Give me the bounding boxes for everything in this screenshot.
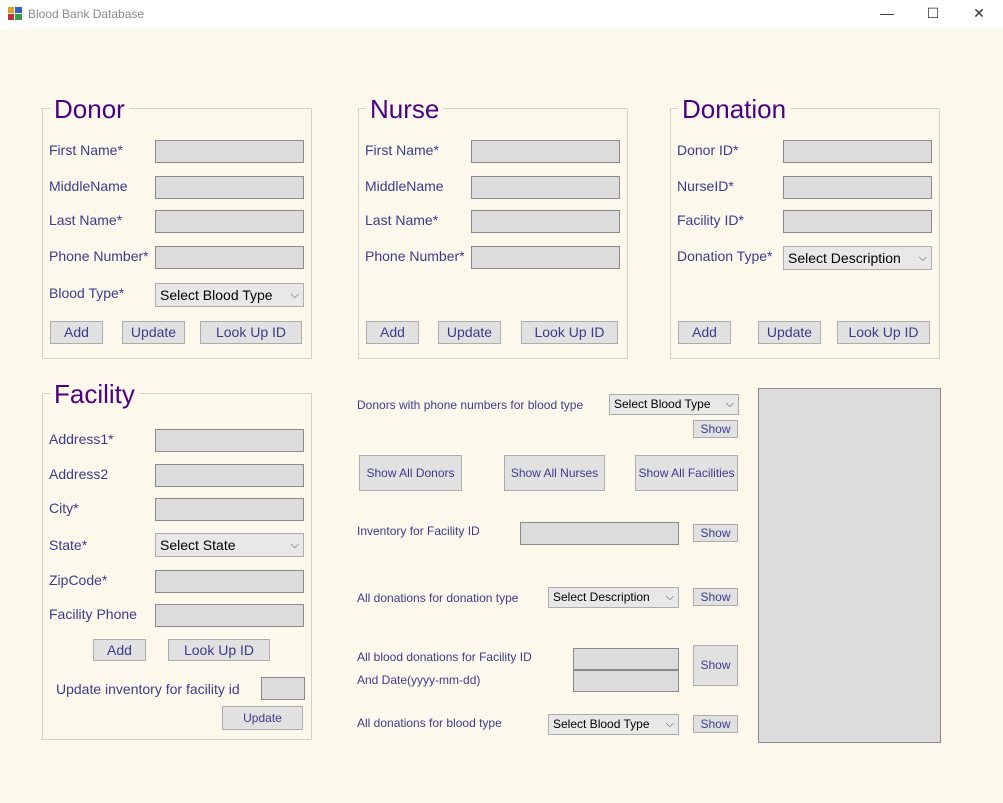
donor-add-button[interactable]: Add xyxy=(50,321,103,344)
facility-address2-input[interactable] xyxy=(155,464,304,487)
donations-blood-type-value: Select Blood Type xyxy=(553,717,650,731)
donor-middle-name-input[interactable] xyxy=(155,176,304,199)
facility-donations-id-input[interactable] xyxy=(573,648,679,670)
donor-last-name-label: Last Name* xyxy=(49,212,123,228)
donors-phone-blood-type-value: Select Blood Type xyxy=(614,397,711,411)
donor-update-button[interactable]: Update xyxy=(122,321,185,344)
minimize-button[interactable]: — xyxy=(864,0,910,29)
nurse-middle-name-label: MiddleName xyxy=(365,178,444,194)
show-all-donors-button[interactable]: Show All Donors xyxy=(359,455,462,491)
facility-legend: Facility xyxy=(50,379,139,409)
donor-blood-type-value: Select Blood Type xyxy=(160,287,273,303)
facility-city-label: City* xyxy=(49,500,79,516)
window-title: Blood Bank Database xyxy=(28,7,145,21)
facility-zipcode-label: ZipCode* xyxy=(49,572,108,588)
show-all-facilities-button[interactable]: Show All Facilities xyxy=(635,455,738,491)
donor-phone-label: Phone Number* xyxy=(49,248,149,264)
donation-facility-id-input[interactable] xyxy=(783,210,932,233)
inventory-show-button[interactable]: Show xyxy=(693,524,738,542)
chevron-down-icon: ⌵ xyxy=(290,289,299,301)
donations-type-value: Select Description xyxy=(553,590,650,604)
donations-blood-label: All donations for blood type xyxy=(357,716,502,730)
donation-nurse-id-input[interactable] xyxy=(783,176,932,199)
facility-city-input[interactable] xyxy=(155,498,304,521)
donation-facility-id-label: Facility ID* xyxy=(677,212,744,228)
donor-phone-input[interactable] xyxy=(155,246,304,269)
donor-middle-name-label: MiddleName xyxy=(49,178,128,194)
facility-address1-input[interactable] xyxy=(155,429,304,452)
donors-phone-blood-type-select[interactable]: Select Blood Type ⌵ xyxy=(609,394,739,415)
donation-donor-id-label: Donor ID* xyxy=(677,142,739,158)
donation-donor-id-input[interactable] xyxy=(783,140,932,163)
chevron-down-icon: ⌵ xyxy=(665,718,674,730)
nurse-first-name-input[interactable] xyxy=(471,140,620,163)
title-bar: Blood Bank Database — ☐ ✕ xyxy=(0,0,1003,29)
donation-type-value: Select Description xyxy=(788,250,901,266)
nurse-add-button[interactable]: Add xyxy=(366,321,419,344)
donation-type-label: Donation Type* xyxy=(677,248,773,264)
update-inventory-button[interactable]: Update xyxy=(222,706,303,730)
chevron-down-icon: ⌵ xyxy=(665,591,674,603)
donation-type-select[interactable]: Select Description ⌵ xyxy=(783,246,932,270)
donation-lookup-button[interactable]: Look Up ID xyxy=(837,321,930,344)
nurse-legend: Nurse xyxy=(366,94,444,124)
donation-legend: Donation xyxy=(678,94,791,124)
facility-donations-date-input[interactable] xyxy=(573,670,679,692)
nurse-lookup-button[interactable]: Look Up ID xyxy=(521,321,618,344)
donations-type-show-button[interactable]: Show xyxy=(693,588,738,606)
nurse-middle-name-input[interactable] xyxy=(471,176,620,199)
donor-last-name-input[interactable] xyxy=(155,210,304,233)
donation-update-button[interactable]: Update xyxy=(758,321,821,344)
chevron-down-icon: ⌵ xyxy=(725,398,734,410)
show-all-nurses-button[interactable]: Show All Nurses xyxy=(504,455,605,491)
donation-nurse-id-label: NurseID* xyxy=(677,178,734,194)
facility-donations-show-button[interactable]: Show xyxy=(693,645,738,686)
nurse-phone-label: Phone Number* xyxy=(365,248,465,264)
donor-first-name-input[interactable] xyxy=(155,140,304,163)
donors-phone-show-button[interactable]: Show xyxy=(693,420,738,438)
update-inventory-label: Update inventory for facility id xyxy=(56,681,240,697)
donor-legend: Donor xyxy=(50,94,129,124)
facility-address1-label: Address1* xyxy=(49,431,114,447)
inventory-facility-id-input[interactable] xyxy=(520,522,679,545)
facility-state-select[interactable]: Select State ⌵ xyxy=(155,533,304,557)
donation-add-button[interactable]: Add xyxy=(678,321,731,344)
nurse-last-name-input[interactable] xyxy=(471,210,620,233)
facility-state-label: State* xyxy=(49,537,88,553)
facility-add-button[interactable]: Add xyxy=(93,639,146,661)
chevron-down-icon: ⌵ xyxy=(290,539,299,551)
donations-blood-show-button[interactable]: Show xyxy=(693,715,738,733)
results-listbox[interactable] xyxy=(758,388,941,743)
donor-blood-type-label: Blood Type* xyxy=(49,285,125,301)
facility-zipcode-input[interactable] xyxy=(155,570,304,593)
facility-donations-label: All blood donations for Facility ID xyxy=(357,650,532,664)
donations-type-select[interactable]: Select Description ⌵ xyxy=(548,587,679,608)
nurse-phone-input[interactable] xyxy=(471,246,620,269)
facility-phone-input[interactable] xyxy=(155,604,304,627)
facility-state-value: Select State xyxy=(160,537,236,553)
facility-phone-label: Facility Phone xyxy=(49,606,137,622)
donations-blood-type-select[interactable]: Select Blood Type ⌵ xyxy=(548,714,679,735)
nurse-last-name-label: Last Name* xyxy=(365,212,439,228)
maximize-button[interactable]: ☐ xyxy=(910,0,956,29)
inventory-label: Inventory for Facility ID xyxy=(357,524,480,538)
nurse-first-name-label: First Name* xyxy=(365,142,439,158)
facility-lookup-button[interactable]: Look Up ID xyxy=(168,639,270,661)
donor-first-name-label: First Name* xyxy=(49,142,123,158)
donors-phone-label: Donors with phone numbers for blood type xyxy=(357,398,584,412)
facility-address2-label: Address2 xyxy=(49,466,109,482)
donations-type-label: All donations for donation type xyxy=(357,591,519,605)
nurse-update-button[interactable]: Update xyxy=(438,321,501,344)
chevron-down-icon: ⌵ xyxy=(918,252,927,264)
update-inventory-facility-id-input[interactable] xyxy=(261,677,305,700)
donor-blood-type-select[interactable]: Select Blood Type ⌵ xyxy=(155,283,304,307)
close-button[interactable]: ✕ xyxy=(956,0,1002,29)
facility-date-label: And Date(yyyy-mm-dd) xyxy=(357,673,481,687)
app-icon xyxy=(8,7,22,20)
donor-lookup-button[interactable]: Look Up ID xyxy=(200,321,302,344)
